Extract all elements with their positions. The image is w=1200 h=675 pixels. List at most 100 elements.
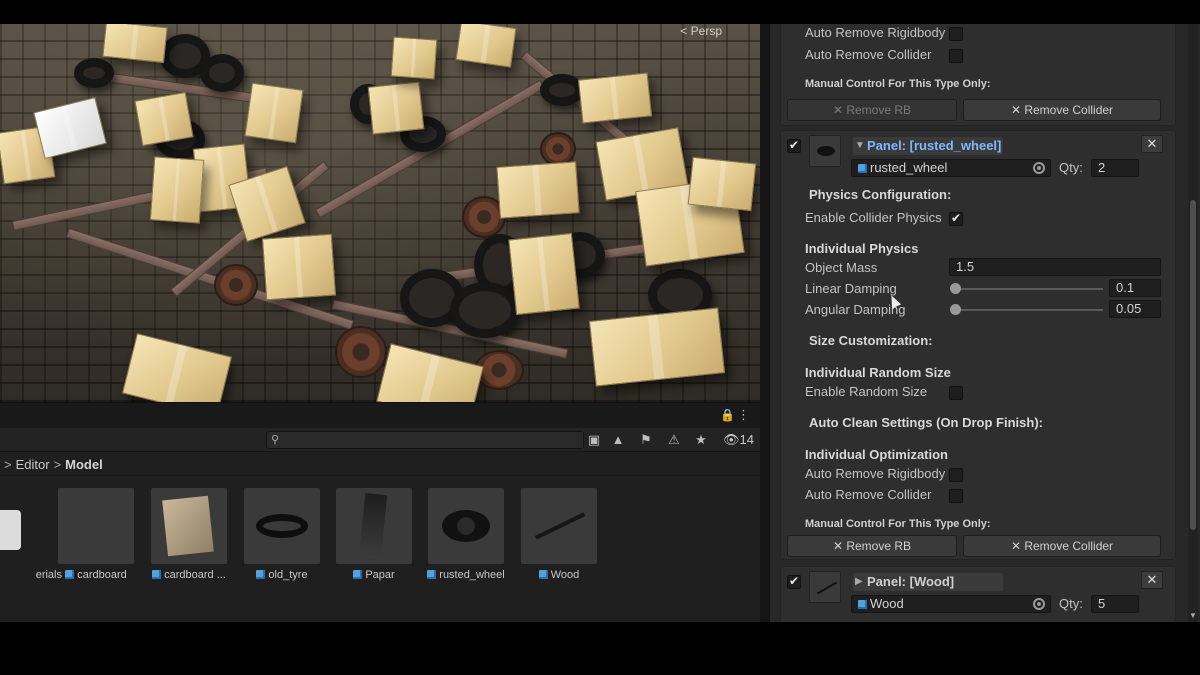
breadcrumb-separator: > xyxy=(4,457,12,472)
qty-field[interactable]: 5 xyxy=(1091,595,1139,613)
eye-icon: 👁 xyxy=(723,432,740,447)
asset-rusted-wheel[interactable]: rusted_wheel xyxy=(423,488,509,581)
enable-random-size-checkbox[interactable] xyxy=(949,386,963,400)
individual-physics-heading: Individual Physics xyxy=(805,241,919,256)
linear-damping-field[interactable]: 0.1 xyxy=(1109,279,1161,297)
qty-label: Qty: xyxy=(1059,160,1083,175)
panel-title: Panel: [Wood] xyxy=(867,574,955,589)
angular-damping-field[interactable]: 0.05 xyxy=(1109,300,1161,318)
cardboard-box-object xyxy=(121,333,233,402)
asset-label: Papar xyxy=(365,569,395,581)
auto-clean-heading: Auto Clean Settings (On Drop Finish): xyxy=(809,415,1043,430)
visible-count[interactable]: 👁14 xyxy=(723,432,754,448)
unity-editor: < Persp 🔒 ⋮ ⚲ ▣ ▲ ⚑ ⚠ ★ 👁14 > Editor > Mode… xyxy=(0,24,1200,622)
favorite-star-icon[interactable]: ★ xyxy=(692,431,710,449)
auto-remove-collider-label: Auto Remove Collider xyxy=(805,487,932,502)
linear-damping-slider[interactable] xyxy=(955,288,1103,290)
asset-thumbnail xyxy=(151,488,227,564)
collapse-triangle-icon: ▼ xyxy=(855,140,865,151)
asset-label: cardboard ... xyxy=(164,569,226,581)
breadcrumb-model[interactable]: Model xyxy=(65,457,103,472)
scrollbar-thumb[interactable] xyxy=(1190,200,1196,530)
asset-papar[interactable]: Papar xyxy=(331,488,417,581)
prefab-icon xyxy=(427,570,437,579)
qty-label: Qty: xyxy=(1059,596,1083,611)
search-input[interactable]: ⚲ xyxy=(266,431,584,449)
asset-wood[interactable]: Wood xyxy=(516,488,602,581)
asset-thumbnail xyxy=(521,488,597,564)
panel-enabled-checkbox[interactable] xyxy=(787,138,801,153)
warning-filter-icon[interactable]: ⚠ xyxy=(665,431,683,449)
search-by-type-icon[interactable]: ▣ xyxy=(585,431,603,449)
project-toolbar: ⚲ ▣ ▲ ⚑ ⚠ ★ 👁14 xyxy=(0,428,760,452)
prefab-icon xyxy=(858,600,867,609)
filter-by-type-icon[interactable]: ▲ xyxy=(609,431,627,449)
prefab-icon xyxy=(65,570,75,579)
panel-title: Panel: [rusted_wheel] xyxy=(867,138,1002,153)
angular-damping-slider-handle[interactable] xyxy=(950,304,961,315)
panel-divider[interactable] xyxy=(760,24,770,622)
remove-collider-button[interactable]: ✕ Remove Collider xyxy=(963,535,1161,557)
remove-rb-button[interactable]: ✕ Remove RB xyxy=(787,535,957,557)
object-field[interactable]: rusted_wheel xyxy=(851,159,1051,177)
asset-cardboard-2[interactable]: cardboard ... xyxy=(146,488,232,581)
asset-label: cardboard xyxy=(77,569,127,581)
auto-remove-rigidbody-checkbox[interactable] xyxy=(949,468,963,482)
cardboard-box-object xyxy=(102,24,168,64)
cardboard-box-object xyxy=(33,96,107,160)
close-panel-button[interactable]: ✕ xyxy=(1141,571,1163,589)
angular-damping-slider[interactable] xyxy=(955,309,1103,311)
more-options-icon[interactable]: ⋮ xyxy=(737,407,750,423)
prefab-icon xyxy=(152,570,162,579)
asset-old-tyre[interactable]: old_tyre xyxy=(239,488,325,581)
object-picker-icon[interactable] xyxy=(1033,162,1045,174)
cardboard-box-object xyxy=(390,36,438,80)
close-panel-button[interactable]: ✕ xyxy=(1141,135,1163,153)
auto-remove-collider-checkbox[interactable] xyxy=(949,49,963,63)
cardboard-box-object xyxy=(687,156,757,212)
wood-preview xyxy=(816,581,838,595)
breadcrumb-separator: > xyxy=(53,457,62,472)
breadcrumb: > Editor > Model xyxy=(0,454,760,476)
object-picker-icon[interactable] xyxy=(1033,598,1045,610)
remove-collider-button[interactable]: ✕ Remove Collider xyxy=(963,99,1161,121)
auto-remove-rigidbody-label: Auto Remove Rigidbody xyxy=(805,25,946,40)
cardboard-box-object xyxy=(134,91,194,147)
prefab-icon xyxy=(256,570,266,579)
cardboard-box-object xyxy=(149,156,205,224)
asset-cardboard[interactable]: cardboard xyxy=(53,488,139,581)
auto-remove-collider-checkbox[interactable] xyxy=(949,489,963,503)
search-icon: ⚲ xyxy=(271,434,280,446)
persp-label[interactable]: < Persp xyxy=(680,24,722,38)
rusted-wheel-panel: ▼Panel: [rusted_wheel] ✕ rusted_wheel Qt… xyxy=(780,130,1176,560)
inspector-panel: Auto Remove Rigidbody Auto Remove Collid… xyxy=(770,24,1200,622)
paper-preview xyxy=(358,493,388,559)
remove-rb-button[interactable]: ✕ Remove RB xyxy=(787,99,957,121)
qty-field[interactable]: 2 xyxy=(1091,159,1139,177)
enable-collider-checkbox[interactable] xyxy=(949,211,963,226)
object-mass-field[interactable]: 1.5 xyxy=(949,258,1161,276)
manual-control-label: Manual Control For This Type Only: xyxy=(805,518,991,530)
object-mass-label: Object Mass xyxy=(805,260,878,275)
enable-collider-label: Enable Collider Physics xyxy=(805,210,942,225)
cardboard-box-object xyxy=(244,82,304,144)
expand-triangle-icon: ▶ xyxy=(855,576,863,587)
lock-icon[interactable]: 🔒 xyxy=(720,408,735,422)
size-customization-heading: Size Customization: xyxy=(809,333,933,348)
scene-view[interactable]: < Persp xyxy=(0,24,760,402)
asset-label: old_tyre xyxy=(268,569,308,581)
auto-remove-rigidbody-checkbox[interactable] xyxy=(949,27,963,41)
individual-optimization-heading: Individual Optimization xyxy=(805,447,948,462)
scroll-down-arrow-icon[interactable]: ▼ xyxy=(1189,611,1197,620)
prefab-icon xyxy=(353,570,363,579)
cardboard-box-object xyxy=(261,233,337,301)
panel-header[interactable]: ▶ Panel: [Wood] xyxy=(853,573,1003,591)
tyre-preview xyxy=(256,514,308,538)
panel-header[interactable]: ▼ Panel: [rusted_wheel] xyxy=(853,137,1003,155)
object-field[interactable]: Wood xyxy=(851,595,1051,613)
inspector-scrollbar[interactable]: ▼ xyxy=(1188,24,1198,622)
linear-damping-slider-handle[interactable] xyxy=(950,283,961,294)
breadcrumb-editor[interactable]: Editor xyxy=(16,457,50,472)
panel-enabled-checkbox[interactable] xyxy=(787,574,801,589)
label-tag-icon[interactable]: ⚑ xyxy=(637,431,655,449)
